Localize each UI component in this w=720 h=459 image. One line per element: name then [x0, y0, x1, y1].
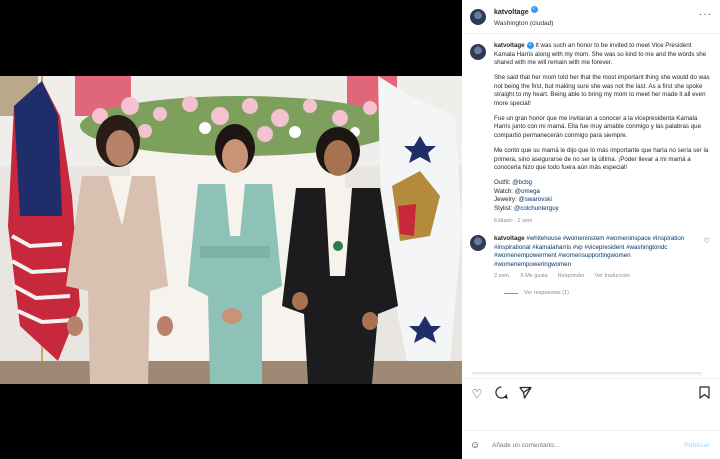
caption-paragraph-es-2: Me contó que su mamá le dijo que lo más … — [494, 147, 709, 172]
credit-label: Watch: — [494, 187, 514, 195]
comment-time: 2 sem. — [494, 273, 511, 280]
post-sidebar: katvoltage ✓ Washington (ciudad) ··· katv… — [462, 0, 720, 459]
caption-body: katvoltage ✓ It was such an honor to be i… — [494, 42, 712, 225]
credit-tag-link[interactable]: @swarovski — [518, 196, 551, 203]
post-location[interactable]: Washington (ciudad) — [494, 18, 553, 29]
scroll-fade — [472, 372, 702, 376]
more-horizontal-icon[interactable]: ··· — [699, 9, 712, 20]
post-actions-bar: ♡ — [462, 378, 720, 408]
caption-edited-time: Editado · 2 sem — [494, 218, 533, 225]
post-media-area: 👤 — [0, 0, 462, 459]
view-replies-button[interactable]: Ver respuestas (1) — [504, 290, 712, 296]
credit-label: Jewelry: — [494, 196, 517, 204]
credit-tag-link[interactable]: @colchunterguy — [514, 205, 559, 212]
caption-comment: katvoltage ✓ It was such an honor to be i… — [470, 42, 712, 225]
replies-divider — [504, 292, 518, 294]
comment-composer: ☺ Publicar — [462, 430, 720, 459]
caption-paragraph-en-1: It was such an honor to be invited to me… — [494, 42, 707, 66]
comment-username[interactable]: katvoltage — [494, 235, 525, 242]
emoji-icon[interactable]: ☺ — [470, 440, 484, 451]
caption-paragraph-en-2: She said that her mom told her that the … — [494, 74, 710, 107]
credits-stylist: Stylist: @colchunterguy — [494, 205, 712, 213]
author-info: katvoltage ✓ Washington (ciudad) — [494, 4, 553, 29]
publish-button[interactable]: Publicar — [684, 442, 710, 449]
author-username[interactable]: katvoltage — [494, 9, 529, 16]
bookmark-icon[interactable] — [699, 386, 710, 402]
caption-author-avatar[interactable] — [470, 44, 486, 60]
credits-jewelry: Jewelry: @swarovski — [494, 196, 712, 204]
post-photo[interactable]: 👤 — [0, 76, 462, 384]
verified-badge-icon: ✓ — [530, 6, 538, 14]
hashtag-comment-body: katvoltage #whitehouse #womeninstem #wom… — [494, 235, 704, 280]
credit-label: Outfit: — [494, 179, 511, 187]
caption-username[interactable]: katvoltage — [494, 42, 525, 49]
author-avatar[interactable] — [470, 8, 486, 25]
comment-input[interactable] — [492, 441, 662, 449]
comment-author-avatar[interactable] — [470, 235, 486, 252]
credits-watch: Watch: @omega — [494, 188, 712, 196]
reply-button[interactable]: Responder — [558, 272, 585, 280]
view-replies-label: Ver respuestas (1) — [524, 290, 569, 297]
comments-list[interactable]: katvoltage ✓ It was such an honor to be i… — [462, 38, 720, 368]
photo-illustration — [0, 76, 462, 384]
comment-likes[interactable]: 6 Me gusta — [521, 272, 548, 280]
hashtag-comment: katvoltage #whitehouse #womeninstem #wom… — [470, 235, 712, 280]
comment-meta: 2 sem. 6 Me gusta Responder Ver traducci… — [494, 272, 704, 280]
verified-badge-icon: ✓ — [526, 42, 534, 49]
credit-label: Stylist: — [494, 204, 513, 212]
translate-button[interactable]: Ver traducción — [595, 272, 630, 280]
post-header: katvoltage ✓ Washington (ciudad) ··· — [462, 0, 720, 34]
caption-paragraph-es-1: Fue un gran honor que me invitaran a con… — [494, 114, 702, 139]
comment-icon[interactable] — [494, 385, 508, 402]
credits-outfit: Outfit: @bcbg — [494, 179, 712, 187]
send-icon[interactable] — [518, 386, 532, 402]
credit-tag-link[interactable]: @omega — [515, 188, 540, 195]
comment-like-heart-icon[interactable]: ♡ — [704, 237, 710, 245]
heart-icon[interactable]: ♡ — [470, 387, 484, 401]
instagram-post-view: 👤 katvoltage✓ Washington (ciudad) ··· ka… — [0, 0, 720, 459]
credit-tag-link[interactable]: @bcbg — [512, 179, 532, 186]
